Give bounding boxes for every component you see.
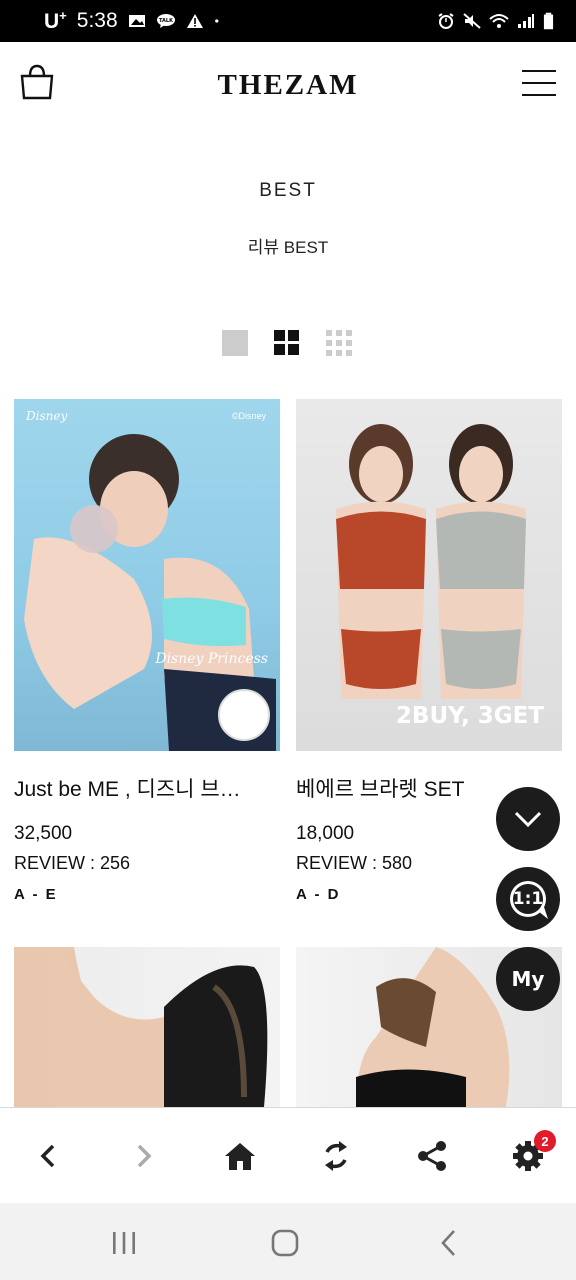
model-photo [336,424,526,699]
signal-icon [518,14,534,28]
image-icon [128,15,145,27]
android-nav-bar [0,1203,576,1280]
grid-3-view-icon[interactable] [326,330,352,356]
talk-icon: TALK [156,14,175,28]
mute-icon [463,13,481,29]
home-circle-icon[interactable] [265,1225,305,1261]
browser-toolbar: 2 [0,1107,576,1203]
single-view-icon[interactable] [222,330,248,356]
wifi-icon [489,14,509,28]
back-arrow-icon[interactable] [28,1136,68,1176]
princess-badge [218,689,270,741]
scroll-down-button[interactable] [496,787,560,851]
alarm-icon [438,13,454,29]
shopping-bag-icon[interactable] [20,64,54,100]
brand-logo[interactable]: THEZAM [218,69,359,102]
promo-label: 2BUY, 3GET [395,703,544,729]
svg-text:TALK: TALK [159,18,174,24]
home-icon[interactable] [220,1136,260,1176]
product-size-range: A - E [14,886,58,903]
one-on-one-chat-button[interactable]: 1:1 [496,867,560,931]
warning-icon [186,14,203,28]
status-time: 5:38 [76,9,118,32]
share-icon[interactable] [412,1136,452,1176]
battery-icon [543,12,554,30]
settings-badge: 2 [534,1130,556,1152]
product-card[interactable]: Disney ©Disney Disney Princess Just be M… [14,399,280,903]
grid-2-view-icon[interactable] [274,330,300,356]
recent-apps-icon[interactable] [104,1225,144,1261]
forward-arrow-icon[interactable] [124,1136,164,1176]
back-icon[interactable] [428,1225,468,1261]
product-name[interactable]: Just be ME , 디즈니 브… [14,773,280,803]
settings-icon[interactable]: 2 [508,1130,556,1176]
carrier-label: U+ [44,8,67,33]
product-price: 32,500 [14,823,73,844]
product-review-count: REVIEW : 256 [14,853,131,873]
dot-icon [214,19,219,23]
product-image[interactable]: 2BUY, 3GET [296,399,562,751]
status-bar: U+ 5:38 TALK [0,0,576,42]
section-subtitle[interactable]: 리뷰 BEST [0,233,576,258]
hamburger-menu-icon[interactable] [522,70,556,98]
princess-logo: Disney Princess [155,651,268,667]
view-mode-switch [222,330,352,356]
chevron-down-icon [514,811,542,828]
chat-label: 1:1 [512,889,544,909]
app-header: THEZAM [0,42,576,128]
section-title: BEST [259,180,317,201]
refresh-icon[interactable] [316,1136,356,1176]
product-image[interactable]: Disney ©Disney Disney Princess [14,399,280,751]
my-page-button[interactable]: My [496,947,560,1011]
